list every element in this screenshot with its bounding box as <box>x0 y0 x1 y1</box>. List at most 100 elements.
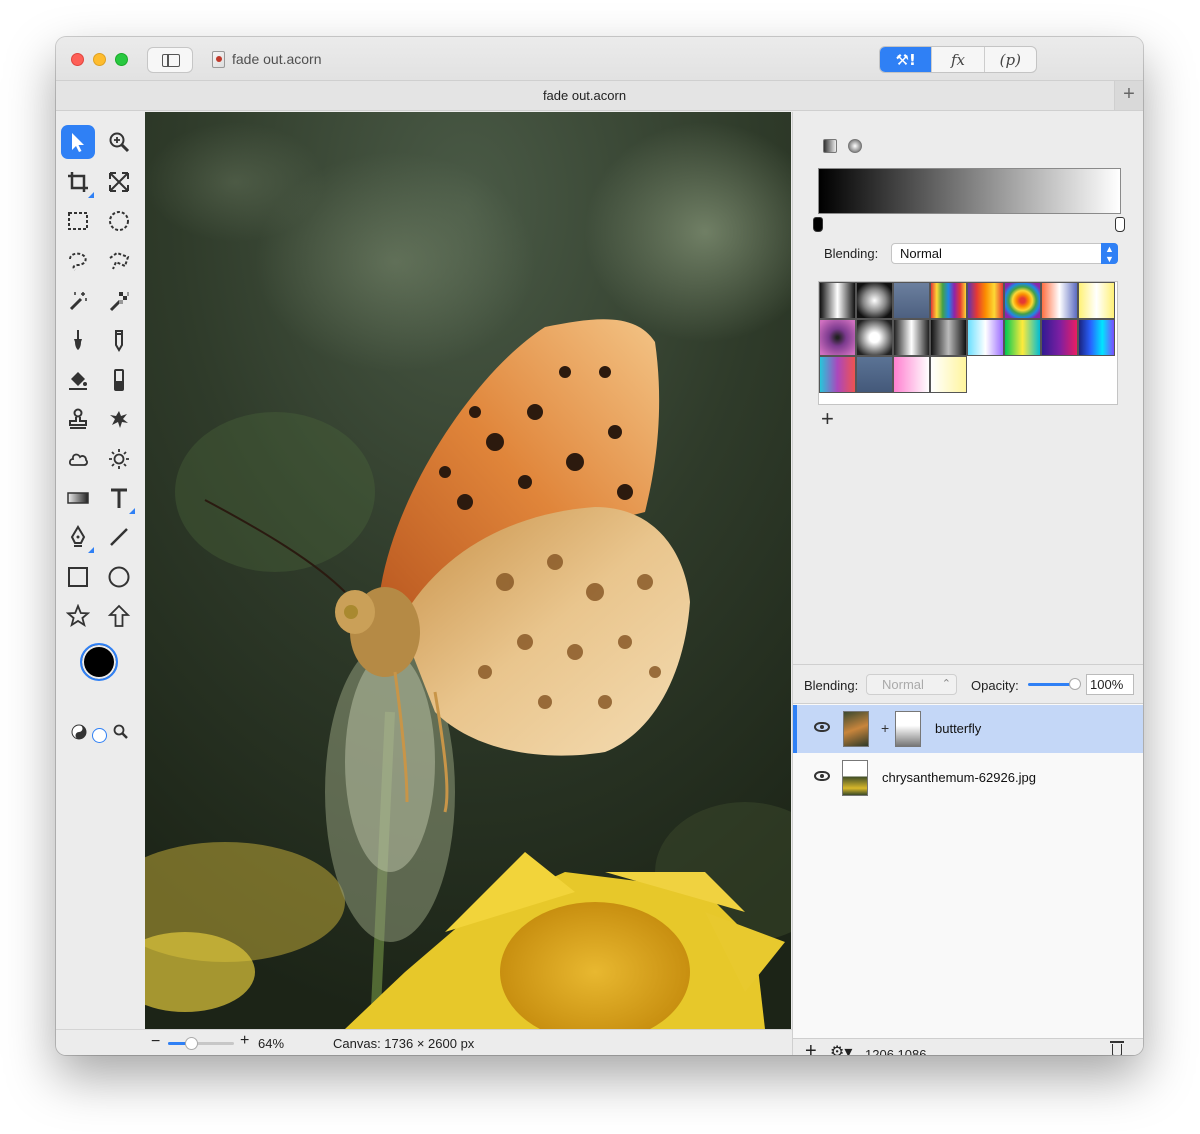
gradient-start-stop[interactable] <box>813 217 823 232</box>
gradient-editor-bar[interactable] <box>818 168 1121 214</box>
inspector-panel: Blending: Normal ▲▼ + Blending: Normal O… <box>792 112 1143 1055</box>
layer-actions-gear-icon[interactable]: ⚙▾ <box>830 1042 852 1055</box>
ellipse-select-tool[interactable] <box>102 204 136 238</box>
foreground-color-swatch[interactable] <box>80 643 118 681</box>
instant-alpha-icon <box>109 292 129 312</box>
gradient-preset[interactable] <box>856 319 893 356</box>
gradient-preset[interactable] <box>893 282 930 319</box>
gradient-preset[interactable] <box>930 356 967 393</box>
gradient-end-stop[interactable] <box>1115 217 1125 232</box>
rect-select-tool[interactable] <box>61 204 95 238</box>
star-tool[interactable] <box>61 599 95 633</box>
arrow-pointer-icon <box>72 133 84 152</box>
layers-list: + butterfly chrysanthemum-62926.jpg <box>793 704 1143 1038</box>
zoom-tool[interactable] <box>102 125 136 159</box>
linear-gradient-icon[interactable] <box>823 139 837 153</box>
zoom-slider[interactable] <box>168 1037 234 1050</box>
layer-blending-select[interactable]: Normal <box>866 674 957 695</box>
eye-icon[interactable] <box>814 771 830 781</box>
add-layer-button[interactable]: + <box>805 1040 817 1055</box>
transform-tool[interactable] <box>102 165 136 199</box>
gradient-preset[interactable] <box>856 356 893 393</box>
eye-icon[interactable] <box>814 722 830 732</box>
tab-bar: fade out.acorn + <box>56 81 1143 111</box>
rectangle-tool[interactable] <box>61 560 95 594</box>
line-icon <box>110 528 128 546</box>
gradient-icon <box>67 492 89 504</box>
color-picker-magnifier-icon[interactable] <box>112 723 129 740</box>
arrow-shape-tool[interactable] <box>102 599 136 633</box>
polygon-lasso-tool[interactable] <box>102 244 136 278</box>
lasso-icon <box>69 252 87 271</box>
zoom-in-button[interactable]: + <box>240 1032 249 1050</box>
pen-tool[interactable] <box>61 520 95 554</box>
opacity-slider-knob[interactable] <box>1069 678 1081 690</box>
instant-alpha-tool[interactable] <box>102 284 136 318</box>
gradient-preset[interactable] <box>893 319 930 356</box>
swap-colors-icon[interactable] <box>71 724 87 740</box>
toggle-sidebar-button[interactable] <box>147 47 193 73</box>
gradient-preset[interactable] <box>893 356 930 393</box>
pencil-tool[interactable] <box>102 323 136 357</box>
tools-palette-button[interactable]: ⚒! <box>880 47 932 72</box>
crop-icon <box>68 172 88 192</box>
sun-tool[interactable] <box>102 442 136 476</box>
gradient-preset[interactable] <box>1078 282 1115 319</box>
select-tool[interactable] <box>61 125 95 159</box>
circle-icon <box>108 566 130 588</box>
new-tab-button[interactable]: + <box>1114 81 1143 110</box>
lasso-tool[interactable] <box>61 244 95 278</box>
gradient-preset[interactable] <box>967 319 1004 356</box>
cloud-tool[interactable] <box>61 442 95 476</box>
zoom-window-button[interactable] <box>115 53 128 66</box>
smudge-tool[interactable] <box>102 402 136 436</box>
crop-tool[interactable] <box>61 165 95 199</box>
image-canvas[interactable] <box>145 112 791 1029</box>
gradient-preset[interactable] <box>1041 282 1078 319</box>
plugins-palette-button[interactable]: (p) <box>983 47 1036 72</box>
layer-mask-thumbnail[interactable] <box>895 711 921 747</box>
zoom-out-button[interactable]: − <box>151 1033 160 1051</box>
clone-stamp-tool[interactable] <box>61 402 95 436</box>
chevron-updown-icon: ▲ ▼ <box>1101 243 1118 264</box>
layer-row-chrysanthemum[interactable]: chrysanthemum-62926.jpg <box>793 754 1143 802</box>
radial-gradient-icon[interactable] <box>848 139 862 153</box>
gradient-preset[interactable] <box>819 319 856 356</box>
close-window-button[interactable] <box>71 53 84 66</box>
brush-tool[interactable] <box>61 323 95 357</box>
gradient-preset[interactable] <box>930 319 967 356</box>
circle-tool[interactable] <box>102 560 136 594</box>
gradient-tool[interactable] <box>61 481 95 515</box>
line-tool[interactable] <box>102 520 136 554</box>
magic-wand-tool[interactable] <box>61 284 95 318</box>
trash-icon[interactable] <box>1110 1041 1124 1055</box>
background-color-swatch[interactable] <box>92 728 107 743</box>
gradient-preset[interactable] <box>1041 319 1078 356</box>
more-tools-indicator <box>88 547 94 553</box>
layer-name: butterfly <box>935 721 982 736</box>
eraser-tool[interactable] <box>102 363 136 397</box>
add-gradient-preset-button[interactable]: + <box>821 406 834 432</box>
gradient-preset[interactable] <box>1004 282 1041 319</box>
effects-palette-button[interactable]: fx <box>931 47 983 72</box>
expand-arrows-icon <box>109 172 129 192</box>
text-tool[interactable] <box>102 481 136 515</box>
gradient-preset[interactable] <box>1078 319 1115 356</box>
opacity-field[interactable]: 100% <box>1086 674 1134 695</box>
gradient-preset[interactable] <box>819 356 856 393</box>
gradient-blending-select[interactable]: Normal ▲ ▼ <box>891 243 1118 264</box>
gradient-preset[interactable] <box>819 282 856 319</box>
gradient-preset[interactable] <box>856 282 893 319</box>
gradient-preset[interactable] <box>1004 319 1041 356</box>
tab-document[interactable]: fade out.acorn <box>56 88 1113 103</box>
paint-bucket-tool[interactable] <box>61 363 95 397</box>
gradient-preset[interactable] <box>930 282 967 319</box>
opacity-label: Opacity: <box>971 678 1019 693</box>
gradient-preset[interactable] <box>967 282 1004 319</box>
zoom-slider-knob[interactable] <box>185 1037 199 1050</box>
minimize-window-button[interactable] <box>93 53 106 66</box>
more-tools-indicator <box>129 508 135 514</box>
layer-row-butterfly[interactable]: + butterfly <box>793 705 1143 753</box>
sun-icon <box>109 449 129 469</box>
gradient-blending-label: Blending: <box>824 246 879 261</box>
